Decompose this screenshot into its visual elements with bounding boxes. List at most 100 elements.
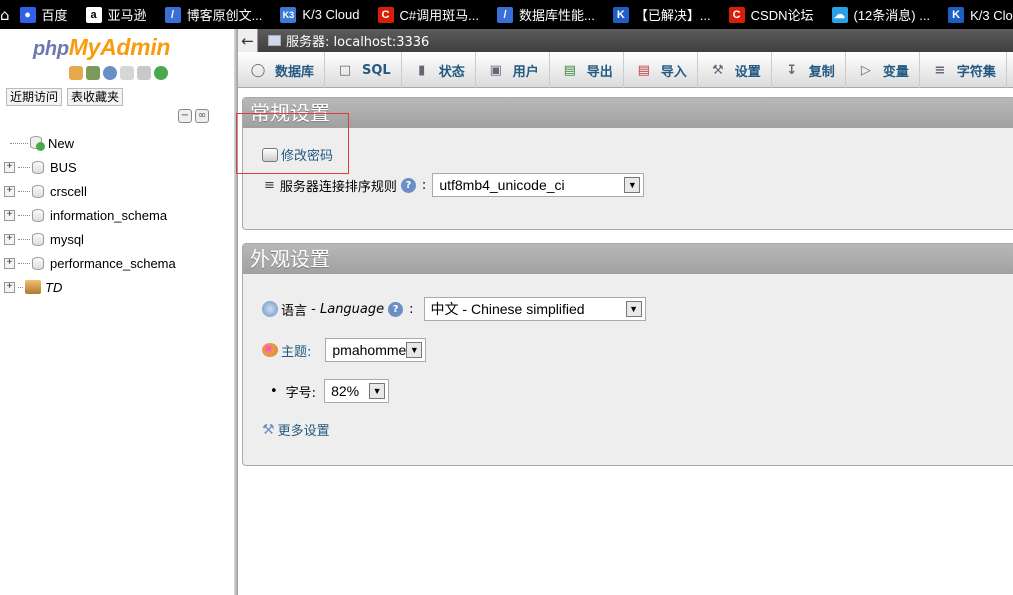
bookmark-item[interactable]: KK/3 Cloud系 (938, 0, 1013, 29)
tab-replication[interactable]: ↧ 复制 (772, 52, 846, 88)
variables-icon: ▷ (860, 62, 871, 78)
help-icon[interactable]: ? (400, 177, 416, 193)
expand-icon[interactable]: + (4, 281, 15, 293)
tab-status[interactable]: ▮ 状态 (402, 52, 476, 88)
tree-item-database[interactable]: + BUS (4, 155, 176, 179)
chevron-down-icon: ▼ (406, 342, 423, 358)
recent-tab[interactable]: 近期访问 (6, 88, 63, 106)
tree-item-database[interactable]: + performance_schema (4, 251, 176, 275)
status-chart-icon: ▮ (418, 62, 426, 78)
help-icon[interactable] (103, 66, 117, 80)
bookmark-item[interactable]: K3 K/3 Cloud (270, 0, 367, 29)
favorites-tab[interactable]: 表收藏夹 (67, 88, 124, 106)
amazon-icon: a (85, 6, 102, 23)
k3-icon: K3 (280, 6, 297, 23)
tab-charsets[interactable]: ≡ 字符集 (920, 52, 1007, 88)
main-content: 常规设置 修改密码 ≡ 服务器连接排序规则 ?: utf8mb4_unicode… (238, 89, 1013, 595)
database-icon (32, 256, 44, 270)
database-icon: ◯ (250, 62, 266, 78)
database-icon (32, 160, 44, 174)
tree-item-database[interactable]: + information_schema (4, 203, 176, 227)
tab-settings[interactable]: ⚒ 设置 (698, 52, 772, 88)
chevron-down-icon: ▼ (625, 301, 642, 317)
tab-import[interactable]: ▤ 导入 (624, 52, 698, 88)
database-icon (32, 184, 44, 198)
language-select[interactable]: 中文 - Chinese simplified ▼ (423, 297, 646, 321)
cloud-icon: ☁ (831, 6, 848, 23)
navigation-sidebar: phpMyAdmin 近期访问 表收藏夹 − ∞ New + BUS + crs… (0, 29, 234, 595)
breadcrumb-bar: ← 服务器: localhost:3336 (238, 29, 1013, 52)
bookmark-item[interactable]: C C#调用斑马... (368, 0, 487, 29)
bullet-icon: • (270, 383, 278, 399)
export-icon: ▤ (563, 62, 576, 78)
palette-icon (262, 343, 278, 357)
bookmark-item[interactable]: ☁ (12条消息) ... (822, 0, 939, 29)
import-icon: ▤ (637, 62, 650, 78)
bookmark-item[interactable]: a 亚马逊 (76, 0, 155, 29)
bookmarks-bar: ⌂ ● 百度 a 亚马逊 / 博客原创文... K3 K/3 Cloud C C#调用斑马… (0, 0, 1013, 29)
collation-row: ≡ 服务器连接排序规则 ?: utf8mb4_unicode_ci ▼ (264, 173, 645, 197)
bookmark-item[interactable]: / 博客原创文... (155, 0, 271, 29)
tree-item-database[interactable]: + mysql (4, 227, 176, 251)
language-row: 语言 - Language ?: 中文 - Chinese simplified… (262, 297, 646, 321)
tree-item-new[interactable]: New (4, 131, 176, 155)
more-settings-link[interactable]: ⚒ 更多设置 (262, 420, 330, 440)
wrench-icon: ⚒ (711, 62, 724, 78)
font-size-select[interactable]: 82% ▼ (324, 379, 390, 403)
quick-links (69, 66, 168, 80)
k-icon: K (612, 6, 629, 23)
collapse-all-icon[interactable]: − (178, 109, 192, 123)
general-settings-panel: 常规设置 (242, 97, 1013, 230)
collation-select[interactable]: utf8mb4_unicode_ci ▼ (432, 173, 645, 197)
tree-item-database[interactable]: + crscell (4, 179, 176, 203)
charset-icon: ≡ (934, 62, 946, 78)
users-icon: ▣ (489, 62, 502, 78)
server-tabs: ◯ 数据库 □ SQL ▮ 状态 ▣ 用户 ▤ 导出 ▤ 导入 ⚒ 设置 ↧ 复制 ▷ 变量 ≡ 字… (238, 52, 1013, 88)
panel-title: 常规设置 (243, 98, 1013, 128)
link-icon[interactable]: ∞ (195, 109, 209, 123)
settings-icon[interactable] (137, 66, 151, 80)
theme-row: 主题: pmahomme ▼ (262, 338, 427, 362)
language-icon (262, 301, 278, 317)
tab-users[interactable]: ▣ 用户 (476, 52, 550, 88)
bookmark-item[interactable]: C CSDN论坛 (719, 0, 822, 29)
sql-icon: □ (338, 62, 352, 78)
expand-icon[interactable]: + (4, 233, 15, 245)
docs-icon[interactable] (120, 66, 134, 80)
expand-icon[interactable]: + (4, 257, 15, 269)
collapse-sidebar-arrow-icon[interactable]: ← (238, 29, 258, 52)
k-icon: K (948, 6, 965, 23)
expand-icon[interactable]: + (4, 209, 15, 221)
pen-icon: / (496, 6, 513, 23)
bookmark-item[interactable]: ● 百度 (10, 0, 76, 29)
breadcrumb[interactable]: 服务器: localhost:3336 (268, 31, 429, 50)
pen-icon: / (164, 6, 181, 23)
chevron-down-icon: ▼ (624, 177, 641, 193)
tree-item-database[interactable]: + TD (4, 275, 176, 299)
theme-link[interactable]: 主题: (281, 341, 311, 360)
tab-variables[interactable]: ▷ 变量 (846, 52, 920, 88)
theme-select[interactable]: pmahomme ▼ (325, 338, 427, 362)
database-tree: New + BUS + crscell + information_schema… (4, 131, 176, 299)
reload-icon[interactable] (154, 66, 168, 80)
tab-databases[interactable]: ◯ 数据库 (238, 52, 326, 88)
help-icon[interactable]: ? (388, 301, 404, 317)
home-icon[interactable]: ⌂ (0, 0, 10, 29)
bookmark-item[interactable]: / 数据库性能... (487, 0, 603, 29)
baidu-paw-icon: ● (19, 6, 36, 23)
tab-export[interactable]: ▤ 导出 (550, 52, 624, 88)
csdn-c-icon: C (728, 6, 745, 23)
font-size-row: • 字号: 82% ▼ (270, 379, 390, 403)
expand-icon[interactable]: + (4, 185, 15, 197)
database-group-icon (25, 280, 41, 294)
database-icon (32, 208, 44, 222)
phpmyadmin-logo[interactable]: phpMyAdmin (33, 34, 170, 61)
tab-sql[interactable]: □ SQL (325, 52, 402, 88)
highlight-annotation-box (236, 113, 349, 174)
expand-icon[interactable]: + (4, 161, 15, 173)
csdn-c-icon: C (377, 6, 394, 23)
logout-icon[interactable] (86, 66, 100, 80)
home-icon[interactable] (69, 66, 83, 80)
bookmark-item[interactable]: K 【已解决】... (603, 0, 719, 29)
database-icon (32, 232, 44, 246)
